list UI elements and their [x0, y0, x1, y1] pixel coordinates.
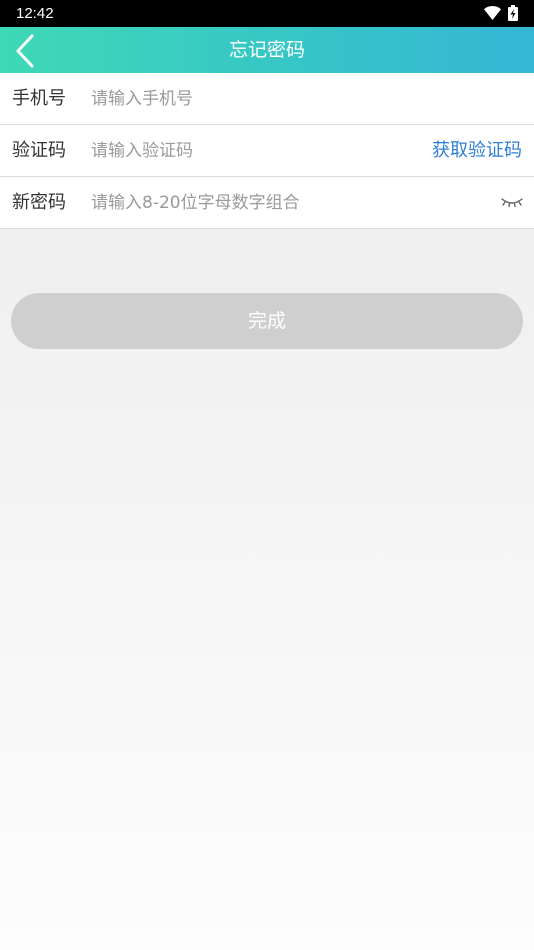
status-time: 12:42 [16, 5, 54, 22]
phone-row: 手机号 [0, 73, 534, 125]
status-bar: 12:42 [0, 0, 534, 27]
new-password-row: 新密码 [0, 177, 534, 229]
wifi-icon [484, 6, 501, 20]
eye-closed-icon[interactable] [500, 194, 524, 210]
phone-input[interactable] [91, 81, 511, 116]
done-button[interactable]: 完成 [11, 293, 523, 349]
get-code-button[interactable]: 获取验证码 [432, 125, 522, 176]
header-bar: 忘记密码 [0, 27, 534, 73]
new-password-input[interactable] [91, 185, 471, 220]
verification-code-input[interactable] [91, 133, 411, 168]
back-button[interactable] [6, 29, 46, 71]
chevron-left-icon [16, 34, 34, 68]
page-title: 忘记密码 [228, 39, 305, 61]
new-password-label: 新密码 [12, 192, 66, 213]
battery-charging-icon [508, 5, 518, 21]
code-label: 验证码 [12, 140, 66, 161]
code-row: 验证码 获取验证码 [0, 125, 534, 177]
reset-password-form: 手机号 验证码 获取验证码 新密码 [0, 73, 534, 229]
phone-label: 手机号 [12, 88, 66, 109]
